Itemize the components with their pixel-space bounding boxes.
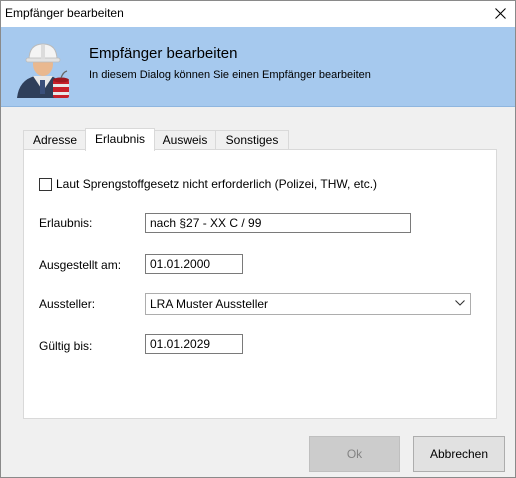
dialog-window: Empfänger bearbeiten Empfänger bearbeite… bbox=[0, 0, 516, 478]
dialog-header: Empfänger bearbeiten In diesem Dialog kö… bbox=[1, 27, 515, 107]
construction-worker-icon bbox=[17, 43, 69, 98]
aussteller-selected-value: LRA Muster Aussteller bbox=[150, 297, 269, 311]
not-required-label: Laut Sprengstoffgesetz nicht erforderlic… bbox=[56, 177, 378, 191]
tab-adresse[interactable]: Adresse bbox=[23, 130, 87, 150]
close-icon bbox=[495, 8, 506, 19]
aussteller-label: Aussteller: bbox=[39, 297, 96, 311]
title-bar: Empfänger bearbeiten bbox=[1, 1, 515, 27]
header-title: Empfänger bearbeiten bbox=[89, 45, 238, 62]
tab-panel-erlaubnis: Laut Sprengstoffgesetz nicht erforderlic… bbox=[23, 149, 497, 419]
window-title: Empfänger bearbeiten bbox=[5, 6, 124, 20]
ausgestellt-label: Ausgestellt am: bbox=[39, 258, 122, 272]
chevron-down-icon bbox=[455, 300, 465, 306]
ok-button[interactable]: Ok bbox=[309, 436, 400, 472]
gueltig-date-input[interactable]: 01.01.2029 bbox=[145, 334, 243, 354]
close-button[interactable] bbox=[485, 1, 515, 27]
erlaubnis-label: Erlaubnis: bbox=[39, 216, 93, 230]
tab-ausweis[interactable]: Ausweis bbox=[153, 130, 217, 150]
erlaubnis-input[interactable]: nach §27 - XX C / 99 bbox=[145, 213, 411, 233]
cancel-button[interactable]: Abbrechen bbox=[413, 436, 505, 472]
not-required-checkbox[interactable] bbox=[39, 178, 52, 191]
header-subtitle: In diesem Dialog können Sie einen Empfän… bbox=[89, 69, 371, 81]
gueltig-label: Gültig bis: bbox=[39, 339, 93, 353]
tab-sonstiges[interactable]: Sonstiges bbox=[215, 130, 289, 150]
aussteller-dropdown[interactable]: LRA Muster Aussteller bbox=[145, 293, 471, 315]
ausgestellt-date-input[interactable]: 01.01.2000 bbox=[145, 254, 243, 274]
tab-erlaubnis[interactable]: Erlaubnis bbox=[85, 128, 155, 151]
